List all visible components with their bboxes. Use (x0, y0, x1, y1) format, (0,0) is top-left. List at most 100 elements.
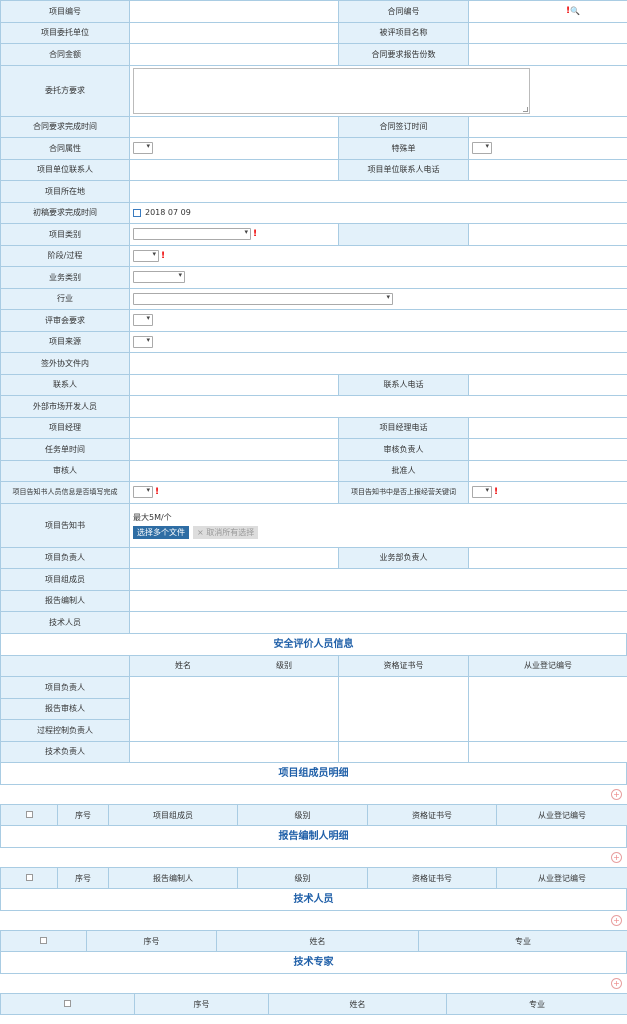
team-header-check (0, 804, 58, 826)
industry-select[interactable] (133, 292, 393, 305)
location-field[interactable] (129, 180, 627, 203)
cancel-upload-button[interactable]: × 取消所有选择 (193, 525, 259, 539)
label-task-time: 任务单时间 (0, 438, 130, 461)
contract-no-field[interactable]: !🔍 (468, 0, 627, 23)
safety-header-name: 姓名 (175, 661, 191, 671)
contact-phone-field[interactable] (468, 373, 627, 396)
scope-textarea[interactable] (133, 67, 530, 114)
source-select[interactable] (133, 335, 153, 348)
required-mark: ! (253, 229, 258, 240)
eval-req-select[interactable] (133, 314, 153, 327)
calendar-icon[interactable] (133, 208, 141, 217)
required-mark: ! (155, 487, 160, 498)
special-select[interactable] (472, 142, 492, 155)
tech-grid: 序号 姓名 专业 (0, 930, 627, 952)
market-person-field[interactable] (129, 395, 627, 418)
external-org-field[interactable] (129, 352, 627, 375)
safety-header-blank (0, 654, 130, 677)
client-contact-field[interactable] (129, 158, 339, 181)
experts-header-check (0, 993, 135, 1015)
project-lead-field[interactable] (129, 546, 339, 569)
stage-select[interactable] (133, 249, 159, 262)
label-contact-phone: 联系人电话 (338, 373, 469, 396)
approver-field[interactable] (468, 459, 627, 482)
experts-grid: 序号 姓名 专业 (0, 993, 627, 1015)
team-toolbar: + (0, 784, 627, 804)
report-header-cert: 资格证书号 (367, 867, 497, 889)
label-tech-staff: 技术人员 (0, 611, 130, 634)
project-type-select[interactable] (133, 228, 251, 241)
safety-row-label: 技术负责人 (0, 740, 130, 763)
label-business-cat: 业务类别 (0, 266, 130, 289)
blank-field (468, 223, 627, 246)
label-team-members: 项目组成员 (0, 568, 130, 591)
label-eval-project-name: 被评项目名称 (338, 21, 469, 44)
resp-confirmed-select[interactable] (472, 486, 492, 499)
label-manager-phone: 项目经理电话 (338, 416, 469, 439)
label-contract-no: 合同编号 (338, 0, 469, 23)
label-external-org: 签外协文件内 (0, 352, 130, 375)
client-unit-field[interactable] (129, 21, 339, 44)
tech-section-title: 技术人员 (0, 889, 627, 910)
report-writers-field[interactable] (129, 589, 627, 612)
biz-lead-field[interactable] (468, 546, 627, 569)
manager-field[interactable] (129, 416, 339, 439)
safety-cert-cell[interactable] (338, 676, 469, 742)
select-all-checkbox[interactable] (40, 936, 47, 944)
label-stage: 阶段/过程 (0, 244, 130, 267)
safety-reg-cell[interactable] (468, 676, 627, 742)
project-no-field[interactable] (129, 0, 339, 23)
tech-staff-field[interactable] (129, 611, 627, 634)
add-expert-icon[interactable]: + (611, 978, 622, 989)
team-header-reg: 从业登记编号 (496, 804, 627, 826)
upload-button[interactable]: 选择多个文件 (133, 525, 189, 539)
task-time-field[interactable] (129, 438, 339, 461)
label-scope: 委托方要求 (0, 64, 130, 117)
first-req-time-cell[interactable]: 2018 07 09 (129, 201, 627, 224)
team-header-cert: 资格证书号 (367, 804, 497, 826)
required-mark: ! (161, 250, 166, 261)
add-tech-icon[interactable]: + (611, 915, 622, 926)
add-report-icon[interactable]: + (611, 852, 622, 863)
resp-filled-select[interactable] (133, 486, 153, 499)
contact-field[interactable] (129, 373, 339, 396)
label-market-person: 外部市场开发人员 (0, 395, 130, 418)
search-icon[interactable]: 🔍 (570, 7, 580, 16)
experts-section-title: 技术专家 (0, 952, 627, 973)
safety-name-cell[interactable] (129, 676, 339, 742)
review-owner-field[interactable] (468, 438, 627, 461)
business-cat-cell (129, 266, 627, 289)
report-header-writer: 报告编制人 (108, 867, 238, 889)
add-team-icon[interactable]: + (611, 789, 622, 800)
required-mark: ! (494, 487, 499, 498)
resp-confirmed-cell: ! (468, 481, 627, 504)
safety-tech-name[interactable] (129, 740, 339, 763)
label-sign-time: 合同签订时间 (338, 115, 469, 138)
manager-phone-field[interactable] (468, 416, 627, 439)
safety-tech-reg[interactable] (468, 740, 627, 763)
report-fee-field[interactable] (468, 43, 627, 66)
req-finish-time-field[interactable] (129, 115, 339, 138)
contract-attr-select[interactable] (133, 142, 153, 155)
scope-cell (129, 64, 627, 117)
label-client-phone: 项目单位联系人电话 (338, 158, 469, 181)
experts-header-seq: 序号 (134, 993, 269, 1015)
contract-amount-field[interactable] (129, 43, 339, 66)
business-cat-select[interactable] (133, 271, 185, 284)
notice-cell: 最大5M/个 选择多个文件 × 取消所有选择 (129, 502, 627, 548)
label-review-owner: 审核负责人 (338, 438, 469, 461)
sign-time-field[interactable] (468, 115, 627, 138)
client-phone-field[interactable] (468, 158, 627, 181)
select-all-checkbox[interactable] (25, 810, 33, 818)
first-req-time-value: 2018 07 09 (145, 208, 191, 218)
label-project-no: 项目编号 (0, 0, 130, 23)
safety-tech-cert[interactable] (338, 740, 469, 763)
select-all-checkbox[interactable] (25, 873, 33, 881)
label-report-fee: 合同要求报告份数 (338, 43, 469, 66)
reviewer-field[interactable] (129, 459, 339, 482)
eval-project-name-field[interactable] (468, 21, 627, 44)
project-type-cell: ! (129, 223, 339, 246)
select-all-checkbox[interactable] (64, 999, 71, 1007)
team-members-field[interactable] (129, 568, 627, 591)
source-cell (129, 330, 627, 353)
